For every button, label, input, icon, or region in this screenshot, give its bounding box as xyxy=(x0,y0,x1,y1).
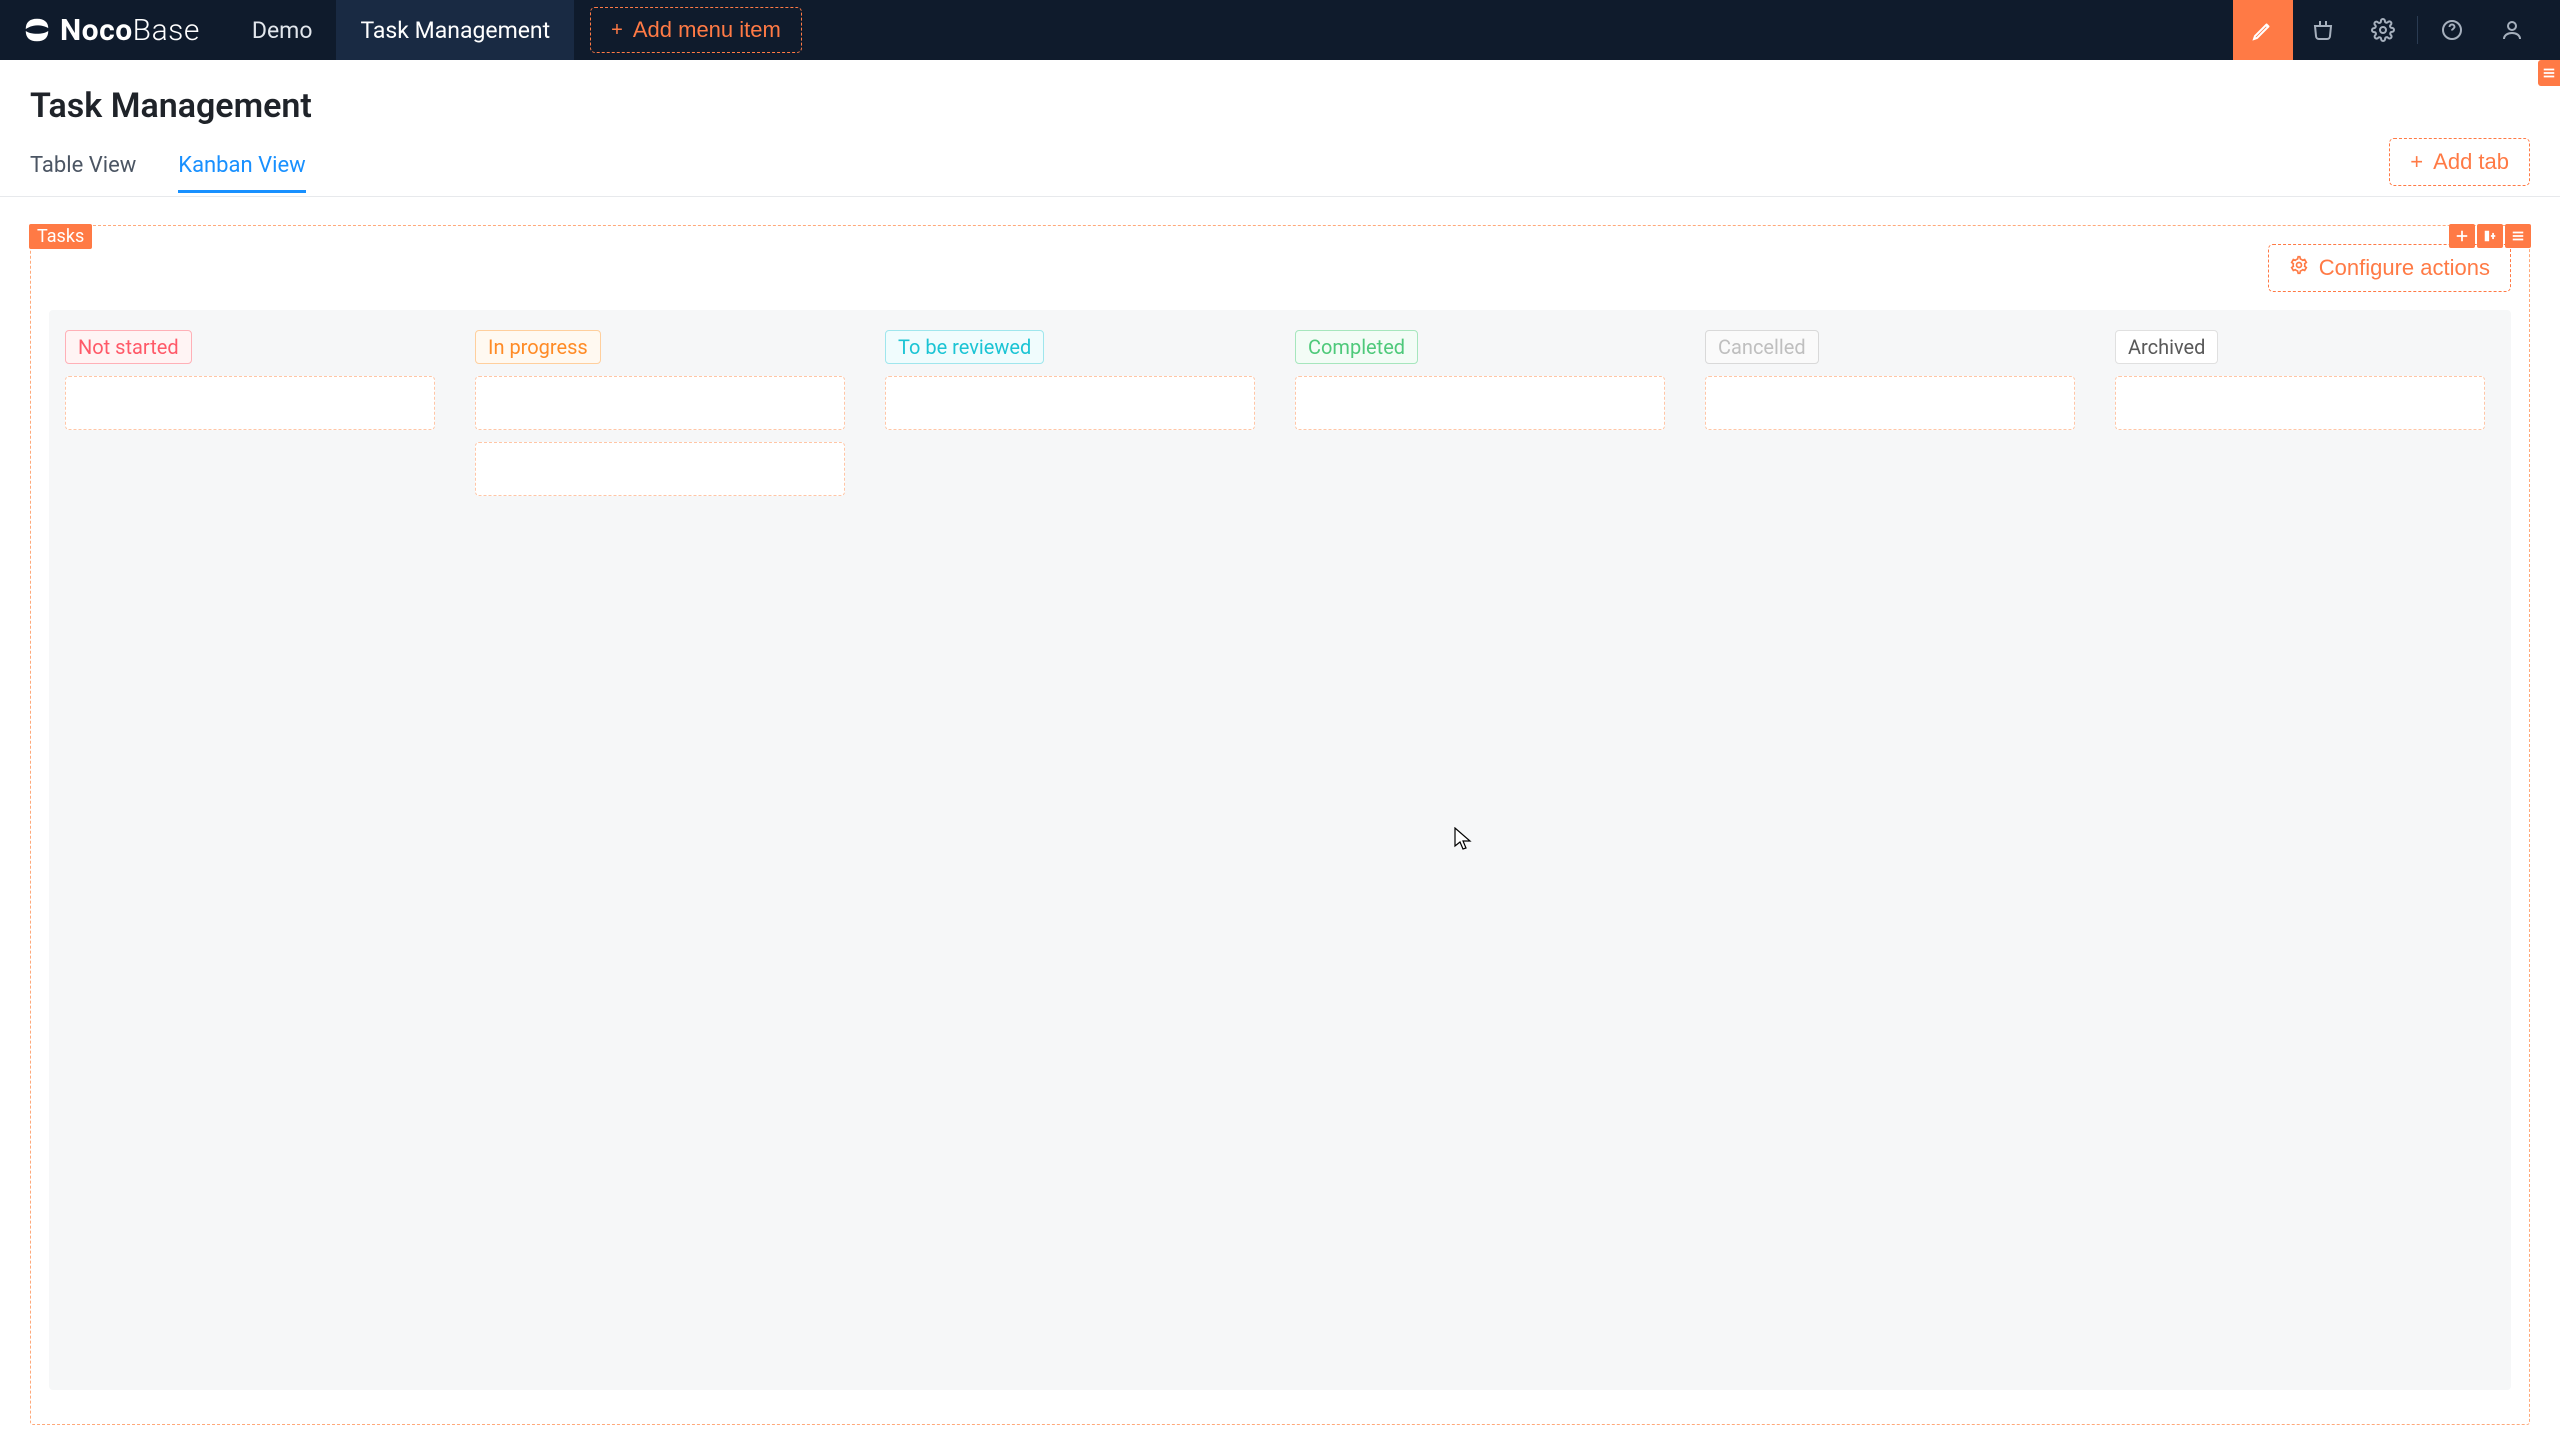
add-tab-label: Add tab xyxy=(2433,149,2509,175)
kanban-column-completed: Completed xyxy=(1295,330,1665,430)
kanban-column-tobereviewed: To be reviewed xyxy=(885,330,1255,430)
brand-logo[interactable]: NocoBase xyxy=(22,13,200,48)
design-mode-icon[interactable] xyxy=(2233,0,2293,60)
page-title: Task Management xyxy=(30,86,2530,126)
gear-icon xyxy=(2289,255,2309,281)
block-tool-menu[interactable] xyxy=(2505,224,2531,248)
kanban-card[interactable] xyxy=(1705,376,2075,430)
configure-actions-button[interactable]: Configure actions xyxy=(2268,244,2511,292)
topnav-separator xyxy=(2417,16,2418,44)
top-navbar: NocoBase Demo Task Management + Add menu… xyxy=(0,0,2560,60)
kanban-column-header: Archived xyxy=(2115,330,2485,364)
plus-icon: + xyxy=(611,20,623,40)
kanban-card[interactable] xyxy=(885,376,1255,430)
column-status-chip[interactable]: In progress xyxy=(475,330,601,364)
kanban-column-header: Completed xyxy=(1295,330,1665,364)
content-area: Tasks Configure actions Not started In pr… xyxy=(0,197,2560,1453)
nav-item-label: Task Management xyxy=(360,17,550,44)
page-header: Task Management xyxy=(0,60,2560,126)
column-status-chip[interactable]: Not started xyxy=(65,330,192,364)
nav-items: Demo Task Management xyxy=(228,0,574,60)
kanban-board: Not started In progress To be reviewed Comp… xyxy=(49,310,2511,1390)
tabs-left: Table View Kanban View xyxy=(30,143,306,192)
column-status-chip[interactable]: Archived xyxy=(2115,330,2218,364)
block-tools xyxy=(2447,224,2531,248)
tabs-row: Table View Kanban View + Add tab xyxy=(0,126,2560,197)
kanban-column-header: Cancelled xyxy=(1705,330,2075,364)
nav-item-demo[interactable]: Demo xyxy=(228,0,337,60)
brand-name: NocoBase xyxy=(60,13,200,48)
kanban-column-header: In progress xyxy=(475,330,845,364)
brand-mark-icon xyxy=(22,15,52,45)
help-icon[interactable] xyxy=(2422,0,2482,60)
plugin-icon[interactable] xyxy=(2293,0,2353,60)
settings-icon[interactable] xyxy=(2353,0,2413,60)
kanban-card[interactable] xyxy=(65,376,435,430)
kanban-card[interactable] xyxy=(475,376,845,430)
tab-label: Table View xyxy=(30,153,136,178)
nav-item-label: Demo xyxy=(252,17,313,44)
add-menu-item-label: Add menu item xyxy=(633,17,781,43)
kanban-card[interactable] xyxy=(2115,376,2485,430)
tab-label: Kanban View xyxy=(178,153,305,178)
tab-table-view[interactable]: Table View xyxy=(30,143,136,192)
kanban-column-header: Not started xyxy=(65,330,435,364)
add-menu-item-button[interactable]: + Add menu item xyxy=(590,7,802,53)
kanban-column-header: To be reviewed xyxy=(885,330,1255,364)
column-status-chip[interactable]: Cancelled xyxy=(1705,330,1819,364)
tasks-block: Tasks Configure actions Not started In pr… xyxy=(30,225,2530,1425)
user-icon[interactable] xyxy=(2482,0,2542,60)
block-tool-insert[interactable] xyxy=(2477,224,2503,248)
add-tab-button[interactable]: + Add tab xyxy=(2389,138,2530,186)
kanban-column-cancelled: Cancelled xyxy=(1705,330,2075,430)
kanban-column-archived: Archived xyxy=(2115,330,2485,430)
configure-actions-label: Configure actions xyxy=(2319,255,2490,281)
kanban-card[interactable] xyxy=(1295,376,1665,430)
kanban-column-inprogress: In progress xyxy=(475,330,845,496)
tab-kanban-view[interactable]: Kanban View xyxy=(178,143,305,192)
kanban-card[interactable] xyxy=(475,442,845,496)
kanban-column-notstarted: Not started xyxy=(65,330,435,430)
block-tool-add[interactable] xyxy=(2449,224,2475,248)
column-status-chip[interactable]: Completed xyxy=(1295,330,1418,364)
nav-item-task-management[interactable]: Task Management xyxy=(336,0,574,60)
column-status-chip[interactable]: To be reviewed xyxy=(885,330,1044,364)
topnav-right xyxy=(2233,0,2542,60)
plus-icon: + xyxy=(2410,149,2423,175)
block-tag[interactable]: Tasks xyxy=(29,224,92,249)
